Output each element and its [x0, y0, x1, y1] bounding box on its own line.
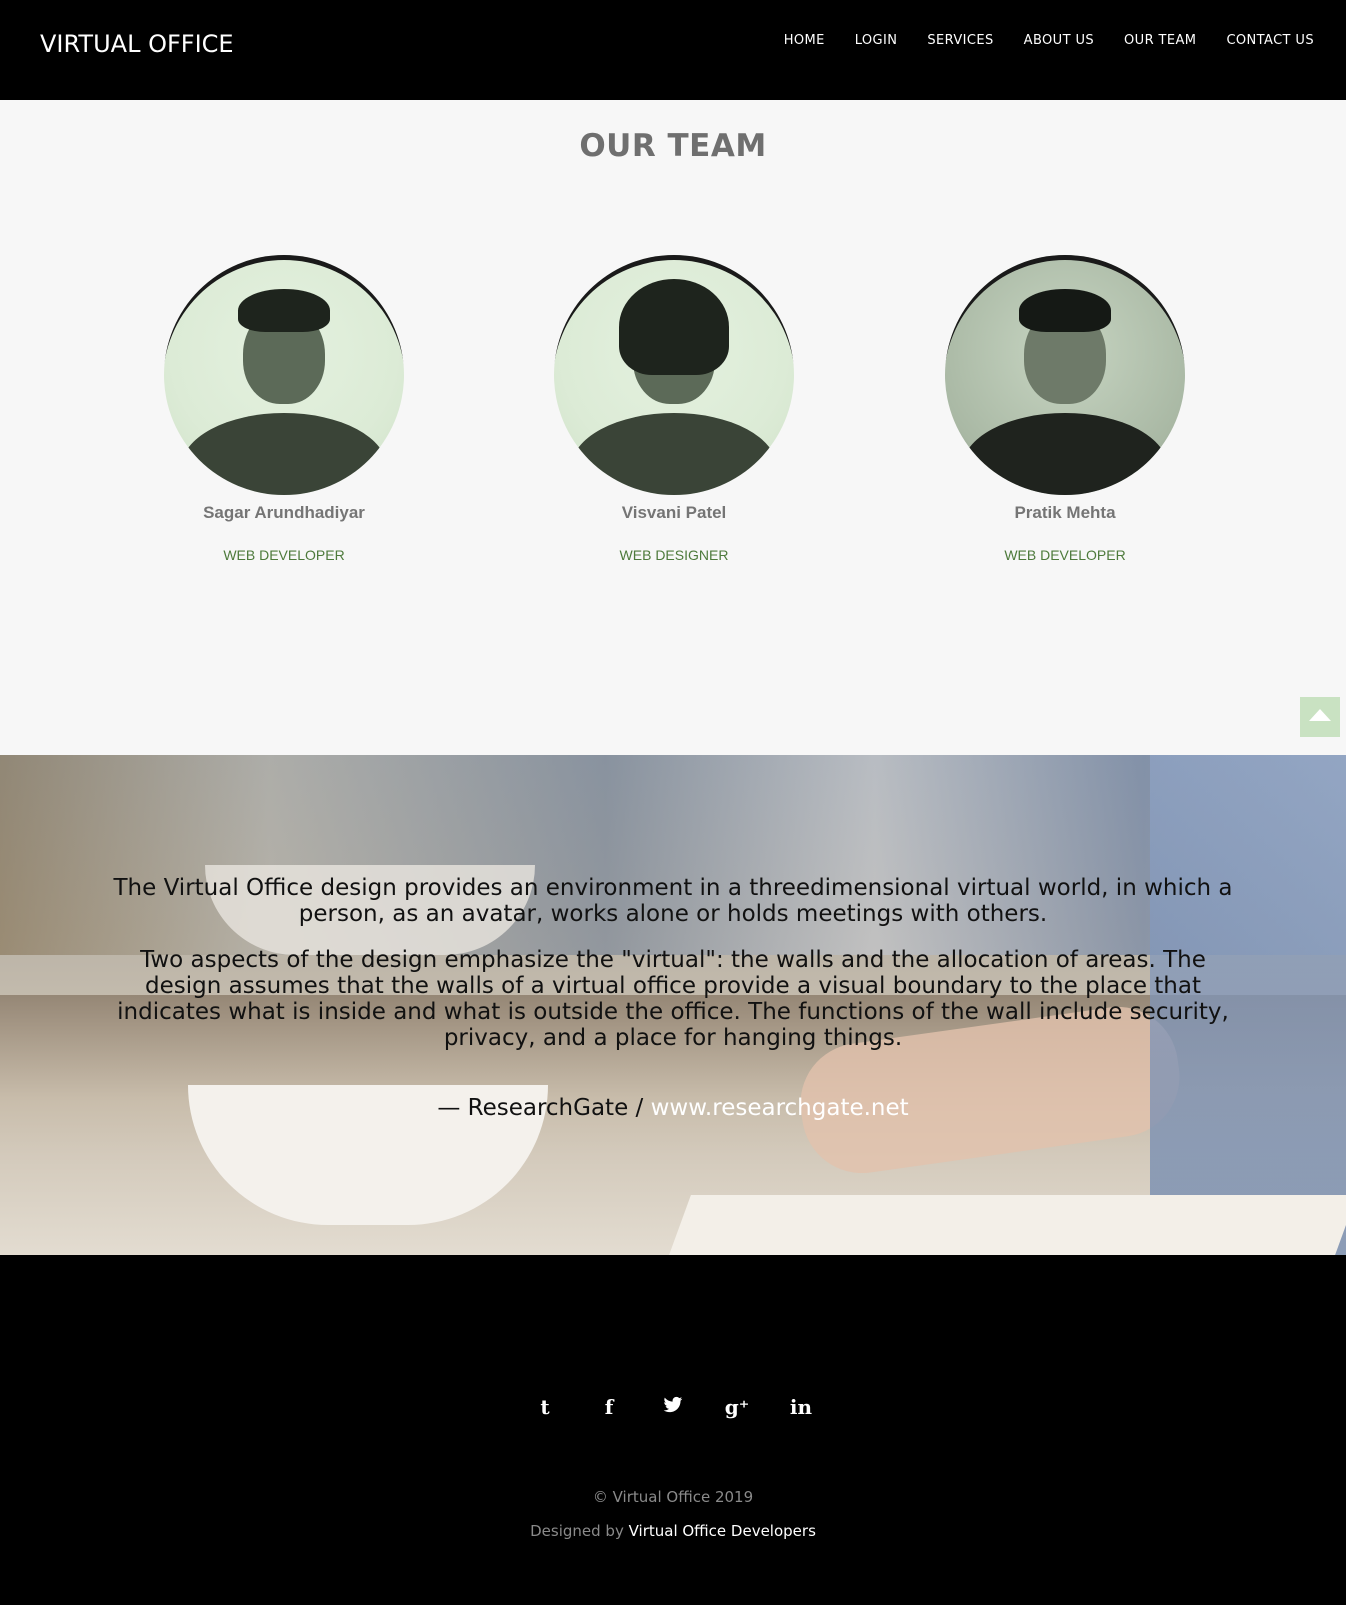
nav-contact-us[interactable]: CONTACT US	[1226, 33, 1314, 48]
linkedin-icon[interactable]: in	[769, 1395, 833, 1419]
quote-banner: The Virtual Office design provides an en…	[0, 755, 1346, 1255]
quote-paragraph: The Virtual Office design provides an en…	[113, 875, 1233, 927]
site-header: VIRTUAL OFFICE HOME LOGIN SERVICES ABOUT…	[0, 0, 1346, 100]
member-name: Sagar Arundhadiyar	[203, 503, 365, 522]
chevron-up-icon	[1309, 709, 1331, 721]
nav-login[interactable]: LOGIN	[855, 33, 898, 48]
quote-text: The Virtual Office design provides an en…	[100, 875, 1246, 1051]
member-name: Pratik Mehta	[1014, 503, 1116, 522]
nav-about-us[interactable]: ABOUT US	[1024, 33, 1094, 48]
designed-by-prefix: Designed by	[530, 1522, 629, 1540]
member-role: WEB DEVELOPER	[1004, 547, 1126, 563]
quote-citation: — ResearchGate / www.researchgate.net	[0, 1095, 1346, 1121]
photo-silhouette-hair	[1019, 288, 1111, 332]
team-member-card: Sagar Arundhadiyar WEB DEVELOPER	[154, 255, 414, 563]
team-member-card: Pratik Mehta WEB DEVELOPER	[935, 255, 1195, 563]
member-photo	[945, 255, 1185, 495]
photo-silhouette-body	[180, 413, 388, 495]
member-photo	[164, 255, 404, 495]
twitter-bird-glyph	[663, 1396, 683, 1413]
researchgate-link[interactable]: www.researchgate.net	[651, 1095, 909, 1121]
photo-silhouette-hair	[618, 279, 730, 375]
team-member-card: Visvani Patel WEB DESIGNER	[544, 255, 804, 563]
member-role: WEB DESIGNER	[619, 547, 729, 563]
twitter-icon[interactable]	[641, 1395, 705, 1419]
scroll-to-top-button[interactable]	[1300, 697, 1340, 737]
site-footer: t f g⁺ in © Virtual Office 2019 Designed…	[0, 1255, 1346, 1605]
google-plus-icon[interactable]: g⁺	[705, 1395, 769, 1419]
designed-by: Designed by Virtual Office Developers	[0, 1522, 1346, 1540]
nav-services[interactable]: SERVICES	[927, 33, 993, 48]
member-photo	[554, 255, 794, 495]
team-section: OUR TEAM Sagar Arundhadiyar WEB DEVELOPE…	[0, 100, 1346, 755]
photo-silhouette-body	[570, 413, 778, 495]
background-notebook	[669, 1195, 1346, 1255]
quote-paragraph: Two aspects of the design emphasize the …	[117, 947, 1229, 1051]
nav-our-team[interactable]: OUR TEAM	[1124, 33, 1196, 48]
main-nav: HOME LOGIN SERVICES ABOUT US OUR TEAM CO…	[754, 33, 1314, 48]
tumblr-icon[interactable]: t	[513, 1395, 577, 1419]
member-role: WEB DEVELOPER	[223, 547, 345, 563]
brand-logo[interactable]: VIRTUAL OFFICE	[40, 30, 234, 58]
photo-silhouette-body	[961, 413, 1169, 495]
facebook-icon[interactable]: f	[577, 1395, 641, 1419]
developers-link[interactable]: Virtual Office Developers	[629, 1522, 816, 1540]
photo-silhouette-hair	[238, 288, 330, 332]
social-links: t f g⁺ in	[0, 1395, 1346, 1419]
nav-home[interactable]: HOME	[784, 33, 825, 48]
team-title: OUR TEAM	[579, 128, 767, 164]
copyright-text: © Virtual Office 2019	[592, 1488, 754, 1506]
member-name: Visvani Patel	[621, 503, 727, 522]
citation-prefix: — ResearchGate /	[437, 1095, 651, 1121]
